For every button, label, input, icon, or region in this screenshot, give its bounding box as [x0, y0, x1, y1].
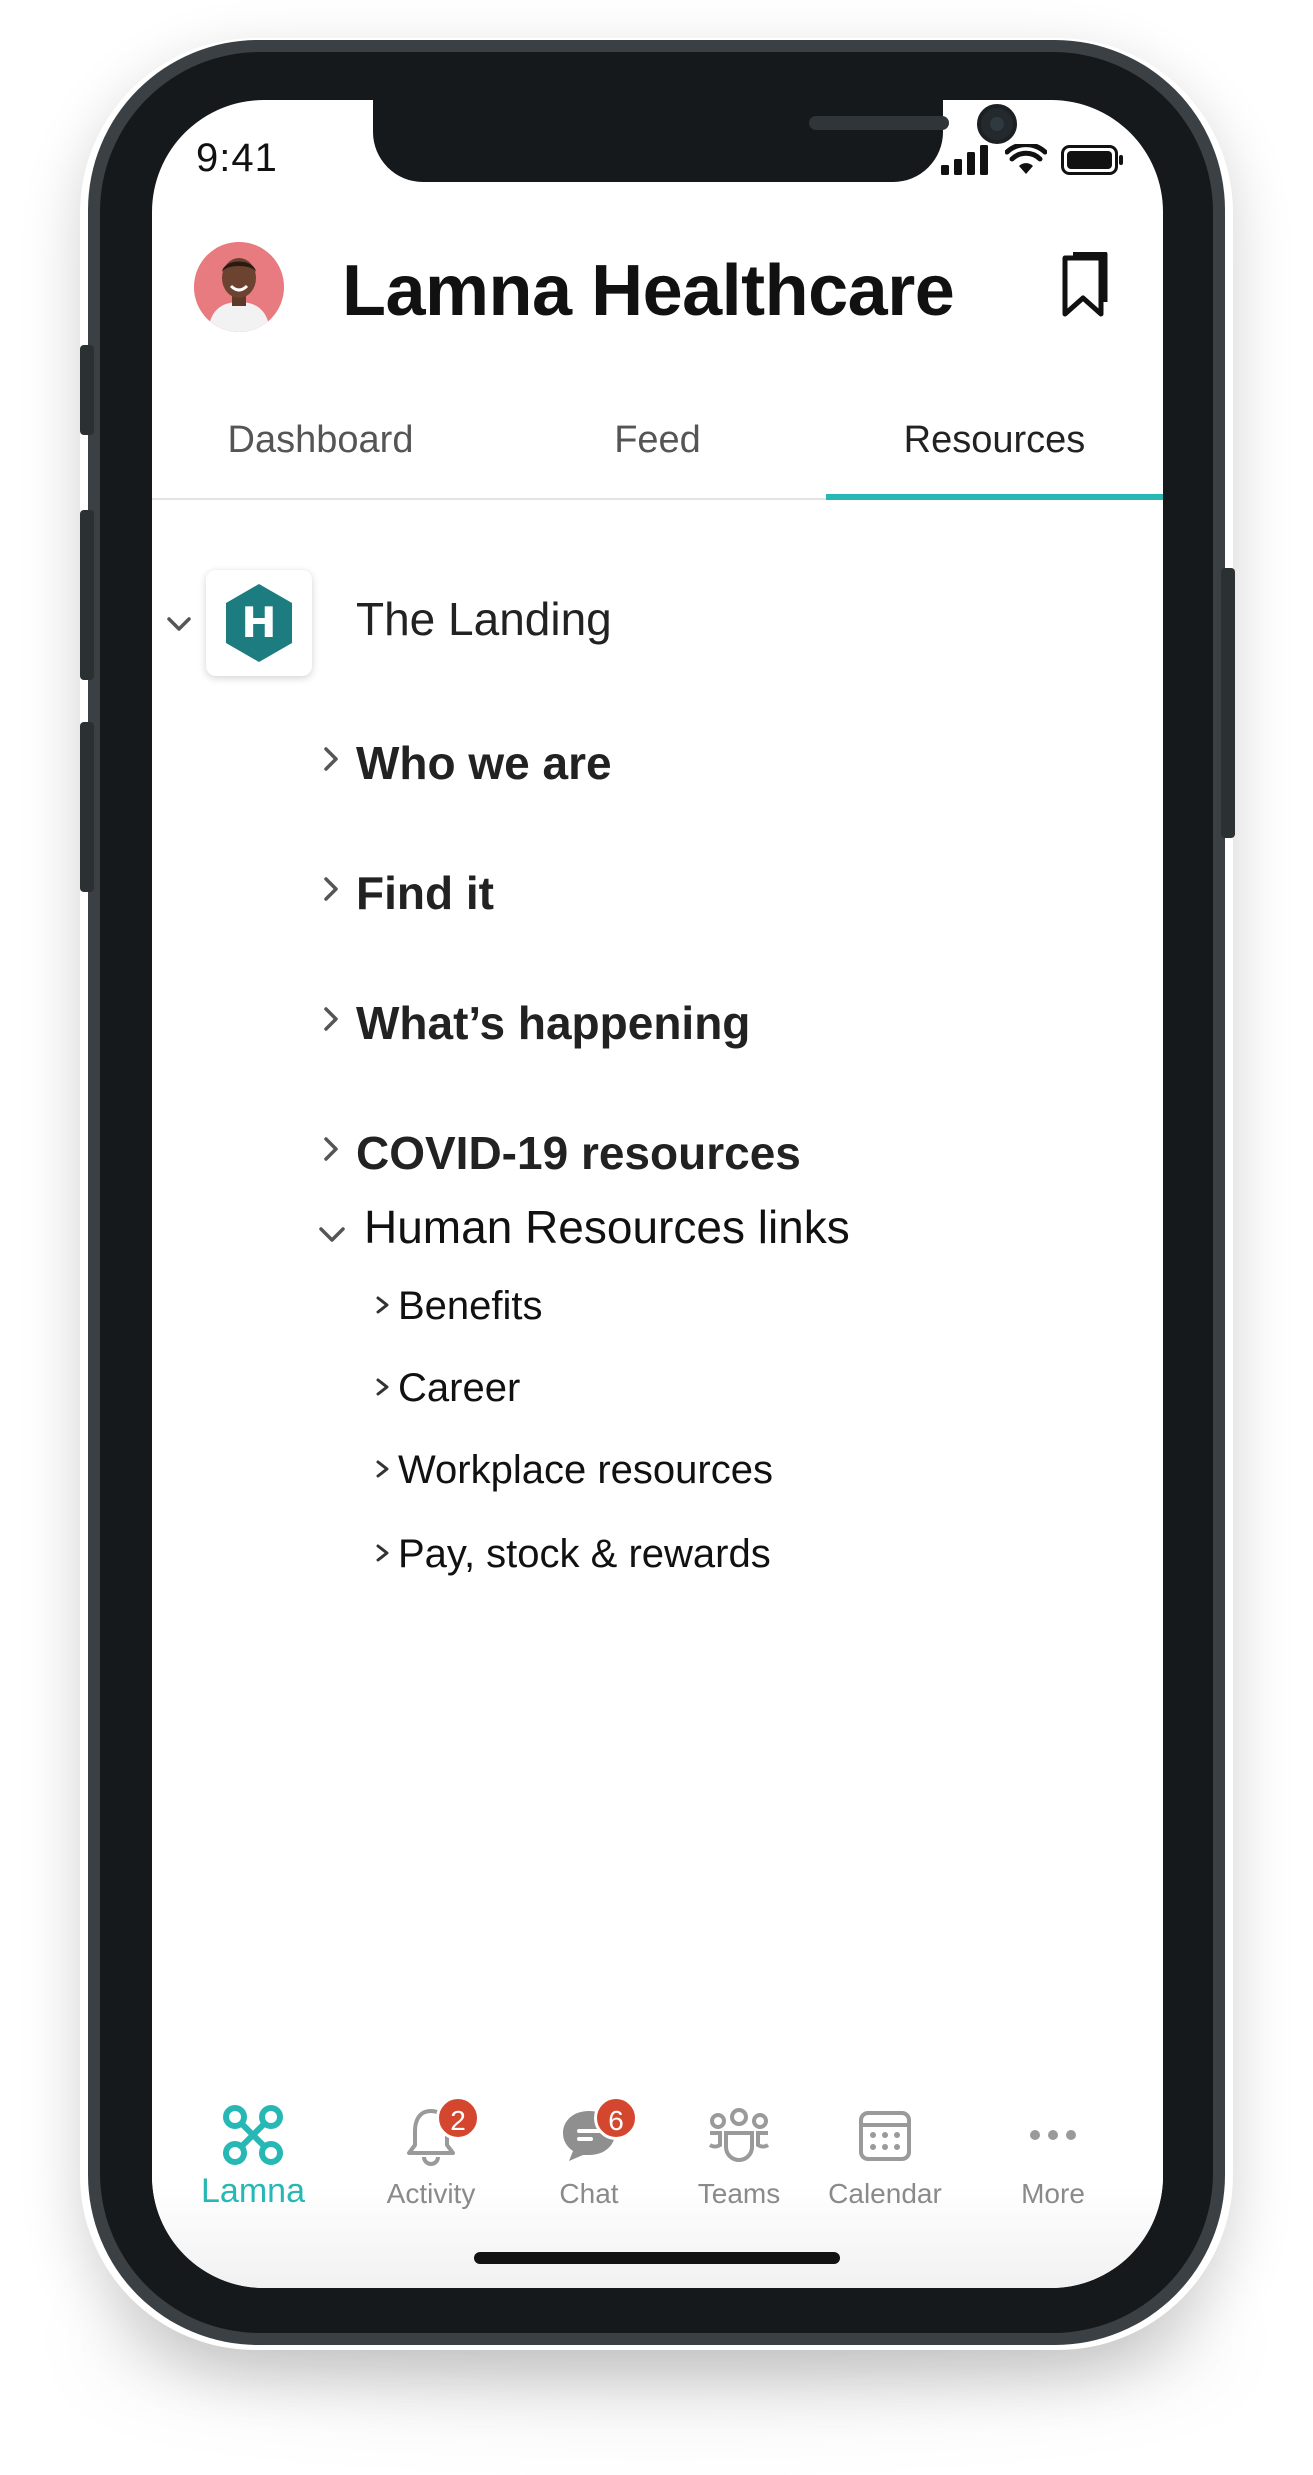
tree-item-human-resources-links[interactable]: Human Resources links: [364, 1200, 850, 1254]
active-tab-indicator: [826, 494, 1163, 500]
avatar-photo: [194, 242, 284, 332]
teams-icon: [708, 2108, 770, 2162]
phone-screen: 9:41 Lamna Healthcare Dashboard Feed Res…: [152, 100, 1163, 2288]
logo-letter: H: [241, 598, 276, 647]
nav-label: More: [1021, 2178, 1085, 2209]
nav-activity[interactable]: 2 Activity: [356, 2096, 506, 2210]
bookmark-icon: [1062, 251, 1108, 317]
chevron-right-icon[interactable]: [322, 876, 340, 902]
chevron-right-icon[interactable]: [374, 1376, 392, 1398]
notch: [373, 100, 1017, 182]
nav-chat[interactable]: 6 Chat: [514, 2096, 664, 2210]
cellular-signal-icon: [941, 145, 988, 175]
tree-item-covid-19-resources[interactable]: COVID-19 resources: [356, 1126, 801, 1180]
chevron-right-icon[interactable]: [374, 1458, 392, 1480]
tab-feed[interactable]: Feed: [489, 400, 826, 498]
front-camera: [977, 104, 1017, 144]
home-indicator[interactable]: [474, 2252, 840, 2264]
tab-bar: Dashboard Feed Resources: [152, 400, 1163, 500]
tree-subitem-career[interactable]: Career: [398, 1366, 520, 1411]
user-avatar[interactable]: [194, 242, 284, 332]
nav-label: Chat: [559, 2178, 619, 2209]
tree-item-whats-happening[interactable]: What’s happening: [356, 996, 750, 1050]
tree-root-the-landing[interactable]: The Landing: [356, 592, 612, 646]
wifi-icon: [1005, 144, 1047, 174]
nav-teams[interactable]: Teams: [664, 2100, 814, 2210]
speaker: [809, 116, 949, 130]
activity-badge: 2: [436, 2096, 480, 2140]
chevron-down-icon[interactable]: [166, 614, 192, 634]
power-button: [1221, 568, 1235, 838]
tab-resources[interactable]: Resources: [826, 400, 1163, 498]
tree-item-who-we-are[interactable]: Who we are: [356, 736, 612, 790]
nav-label: Lamna: [201, 2172, 305, 2210]
battery-icon: [1061, 145, 1123, 175]
volume-down-button: [80, 722, 94, 892]
chevron-right-icon[interactable]: [374, 1542, 392, 1564]
nav-label: Activity: [386, 2178, 476, 2209]
hexagon-logo-icon: H: [226, 584, 292, 662]
lamna-app-icon: [223, 2105, 283, 2165]
tree-item-find-it[interactable]: Find it: [356, 866, 494, 920]
tree-subitem-benefits[interactable]: Benefits: [398, 1284, 543, 1329]
more-icon: [1030, 2130, 1076, 2140]
nav-label: Teams: [697, 2178, 781, 2209]
mute-switch: [80, 345, 94, 435]
the-landing-logo: H: [206, 570, 312, 676]
tree-subitem-workplace-resources[interactable]: Workplace resources: [398, 1448, 773, 1493]
chat-badge: 6: [594, 2096, 638, 2140]
nav-more[interactable]: More: [978, 2100, 1128, 2210]
status-icons: [941, 144, 1125, 176]
nav-label: Calendar: [828, 2178, 942, 2209]
nav-lamna[interactable]: Lamna: [178, 2100, 328, 2211]
page-title: Lamna Healthcare: [342, 251, 955, 331]
volume-up-button: [80, 510, 94, 680]
bookmark-button[interactable]: [1055, 251, 1115, 322]
tab-dashboard[interactable]: Dashboard: [152, 400, 489, 498]
tree-subitem-pay-stock-rewards[interactable]: Pay, stock & rewards: [398, 1532, 771, 1577]
chevron-right-icon[interactable]: [322, 1006, 340, 1032]
chevron-right-icon[interactable]: [322, 746, 340, 772]
chevron-right-icon[interactable]: [322, 1136, 340, 1162]
status-time: 9:41: [196, 136, 278, 180]
chevron-right-icon[interactable]: [374, 1294, 392, 1316]
calendar-icon: [859, 2111, 911, 2161]
nav-calendar[interactable]: Calendar: [810, 2100, 960, 2210]
chevron-down-icon[interactable]: [317, 1224, 347, 1246]
